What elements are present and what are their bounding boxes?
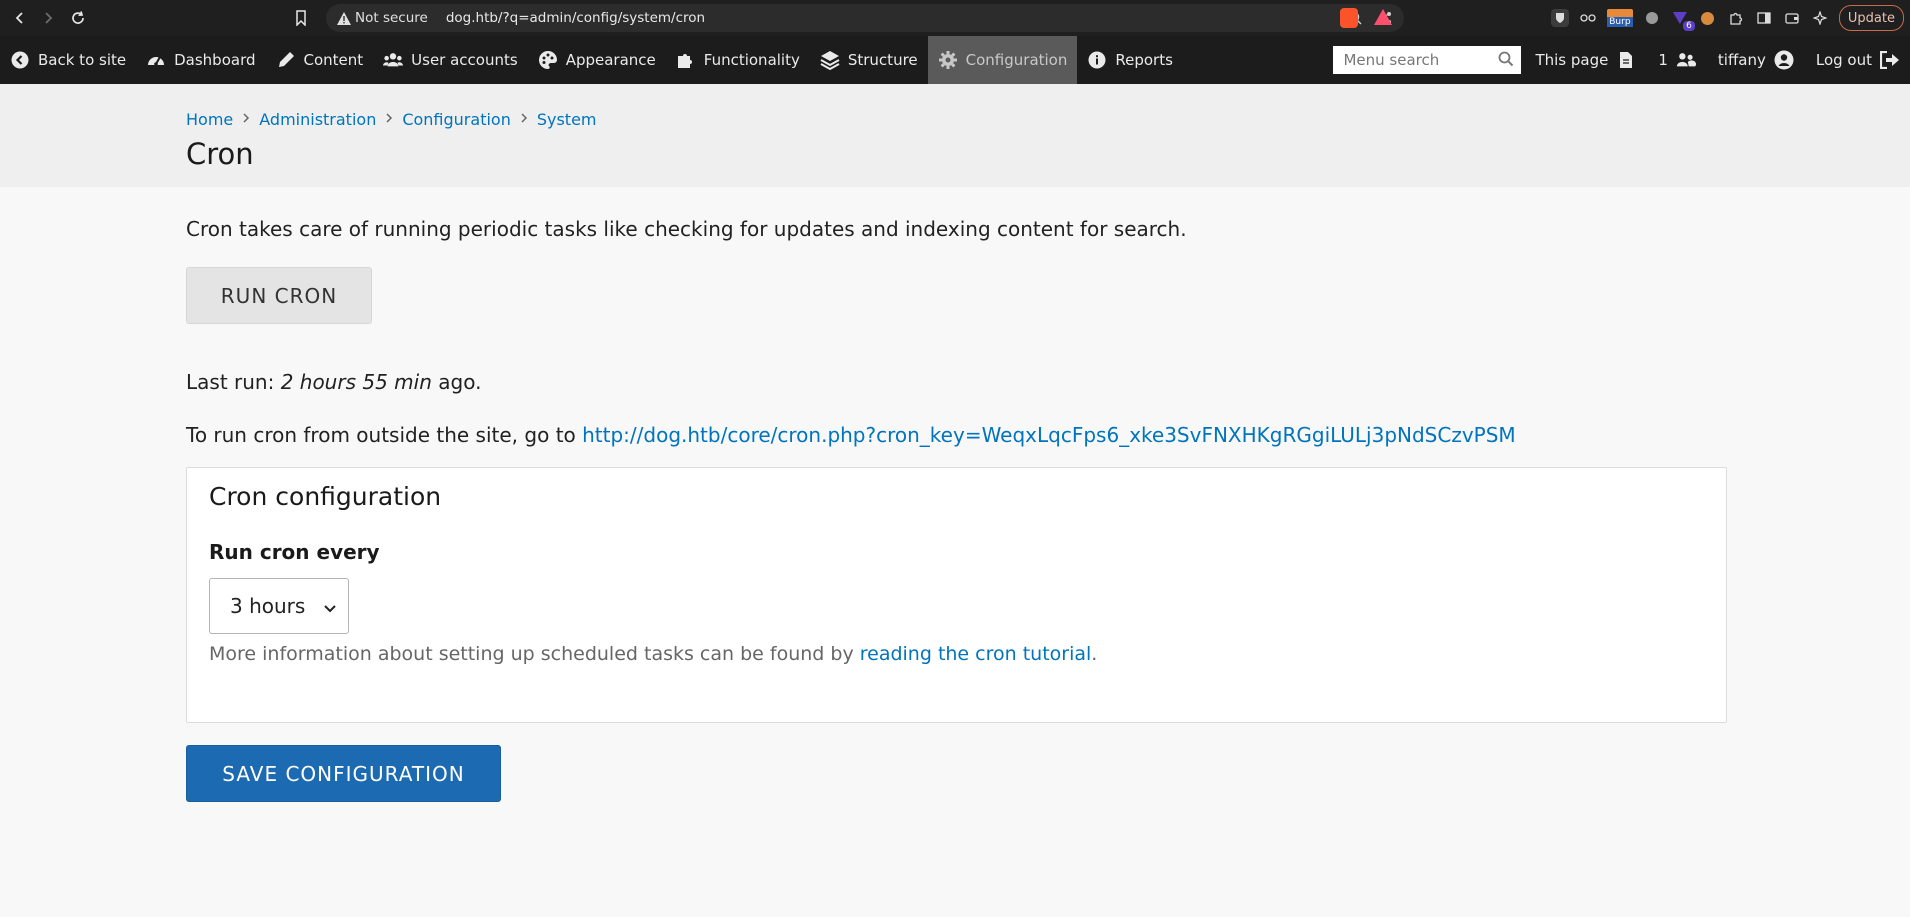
update-button[interactable]: Update (1838, 5, 1904, 31)
toolbar-reports[interactable]: Reports (1077, 36, 1183, 84)
run-cron-every-select[interactable]: 3 hours (209, 578, 349, 634)
breadcrumb-link[interactable]: System (537, 110, 597, 129)
toolbar-label: Functionality (703, 51, 800, 69)
menu-search-input[interactable]: Menu search (1333, 46, 1522, 74)
pencil-icon (276, 50, 296, 70)
breadcrumb: Home Administration Configuration System (186, 110, 1910, 129)
document-icon (1616, 50, 1636, 70)
run-cron-button[interactable]: RUN CRON (186, 267, 372, 324)
select-value: 3 hours (230, 594, 306, 618)
layers-icon (820, 50, 840, 70)
chevron-down-icon (324, 594, 336, 618)
cron-url-link[interactable]: http://dog.htb/core/cron.php?cron_key=We… (582, 423, 1516, 447)
logout-label: Log out (1815, 51, 1872, 69)
back-arrow-icon[interactable] (7, 5, 33, 31)
users-online-icon (1676, 50, 1696, 70)
puzzle-icon (676, 50, 696, 70)
arrow-left-circle-icon (10, 50, 30, 70)
security-label: Not secure (355, 10, 428, 26)
address-bar[interactable]: Not secure dog.htb/?q=admin/config/syste… (326, 4, 1404, 32)
page-title: Cron (186, 137, 254, 171)
toolbar-dashboard[interactable]: Dashboard (136, 36, 265, 84)
toolbar-user-menu[interactable]: tiffany (1710, 50, 1794, 70)
this-page-label: This page (1535, 51, 1609, 69)
search-icon[interactable] (1498, 51, 1514, 71)
cron-configuration-fieldset: Cron configuration Run cron every 3 hour… (186, 467, 1727, 723)
breadcrumb-link[interactable]: Administration (259, 110, 376, 129)
toolbar-back-to-site[interactable]: Back to site (0, 36, 136, 84)
toolbar-content[interactable]: Content (266, 36, 374, 84)
warning-triangle-icon (336, 11, 351, 25)
breadcrumb-link[interactable]: Home (186, 110, 233, 129)
help-suffix: . (1091, 643, 1098, 665)
bitwarden-extension-icon[interactable] (1550, 9, 1569, 27)
external-cron-text: To run cron from outside the site, go to… (186, 423, 1910, 447)
last-run-value: 2 hours 55 min (280, 370, 432, 394)
toolbar-online-users[interactable]: 1 (1650, 50, 1696, 70)
forward-arrow-icon[interactable] (35, 5, 61, 31)
toolbar-label: Configuration (965, 51, 1068, 69)
chevron-right-icon (385, 112, 393, 127)
gear-icon (938, 50, 958, 70)
url-text[interactable]: dog.htb/?q=admin/config/system/cron (446, 10, 705, 26)
users-icon (383, 50, 404, 70)
cron-intro-text: Cron takes care of running periodic task… (186, 217, 1187, 241)
toolbar-structure[interactable]: Structure (810, 36, 928, 84)
last-run-prefix: Last run: (186, 370, 281, 394)
last-run-suffix: ago. (431, 370, 482, 394)
help-prefix: More information about setting up schedu… (209, 643, 860, 665)
toolbar-label: Appearance (565, 51, 656, 69)
brave-rewards-icon[interactable] (1374, 9, 1392, 25)
info-icon (1087, 50, 1107, 70)
extensions-puzzle-icon[interactable] (1727, 9, 1745, 27)
toolbar-label: User accounts (411, 51, 518, 69)
wappalyzer-extension-icon[interactable]: 6 (1671, 9, 1695, 31)
toolbar-configuration[interactable]: Configuration (927, 36, 1078, 84)
circle-extension-icon[interactable] (1643, 9, 1661, 27)
cron-tutorial-link[interactable]: reading the cron tutorial (860, 643, 1092, 665)
leo-ai-icon[interactable] (1811, 9, 1829, 27)
cookie-extension-icon[interactable] (1699, 9, 1717, 27)
breadcrumb-link[interactable]: Configuration (402, 110, 511, 129)
fieldset-title: Cron configuration (209, 482, 442, 511)
toolbar-appearance[interactable]: Appearance (528, 36, 666, 84)
burp-extension-icon[interactable]: Burp (1606, 9, 1633, 27)
sidebar-toggle-icon[interactable] (1755, 9, 1773, 27)
menu-search-placeholder: Menu search (1343, 51, 1440, 69)
main-content: Cron takes care of running periodic task… (0, 187, 1910, 802)
browser-chrome: Not secure dog.htb/?q=admin/config/syste… (0, 0, 1910, 36)
reload-icon[interactable] (65, 5, 91, 31)
wallet-icon[interactable] (1783, 9, 1801, 27)
cron-help-text: More information about setting up schedu… (209, 643, 1704, 665)
user-count: 1 (1658, 51, 1668, 69)
admin-toolbar: Back to site Dashboard Content User acco… (0, 36, 1910, 84)
toolbar-label: Back to site (38, 51, 127, 69)
run-cron-every-label: Run cron every (209, 540, 380, 564)
last-run-text: Last run: 2 hours 55 min ago. (186, 370, 1910, 394)
save-configuration-button[interactable]: SAVE CONFIGURATION (186, 745, 501, 802)
username: tiffany (1717, 51, 1766, 69)
chevron-right-icon (520, 112, 528, 127)
chevron-right-icon (242, 112, 250, 127)
external-cron-prefix: To run cron from outside the site, go to (186, 423, 583, 447)
toolbar-this-page[interactable]: This page (1535, 50, 1636, 70)
toolbar-label: Content (303, 51, 364, 69)
toolbar-label: Dashboard (174, 51, 256, 69)
bookmark-icon[interactable] (288, 5, 314, 31)
palette-icon (538, 50, 558, 70)
user-avatar-icon (1774, 50, 1794, 70)
toolbar-label: Reports (1115, 51, 1173, 69)
toolbar-logout[interactable]: Log out (1808, 50, 1900, 70)
dashboard-gauge-icon (146, 50, 166, 70)
page-header: Home Administration Configuration System… (0, 84, 1910, 187)
brave-shield-icon[interactable] (1340, 8, 1358, 28)
toolbar-label: Structure (847, 51, 918, 69)
spy-extension-icon[interactable] (1579, 9, 1597, 27)
toolbar-functionality[interactable]: Functionality (666, 36, 810, 84)
logout-icon (1880, 50, 1900, 70)
toolbar-user-accounts[interactable]: User accounts (373, 36, 528, 84)
